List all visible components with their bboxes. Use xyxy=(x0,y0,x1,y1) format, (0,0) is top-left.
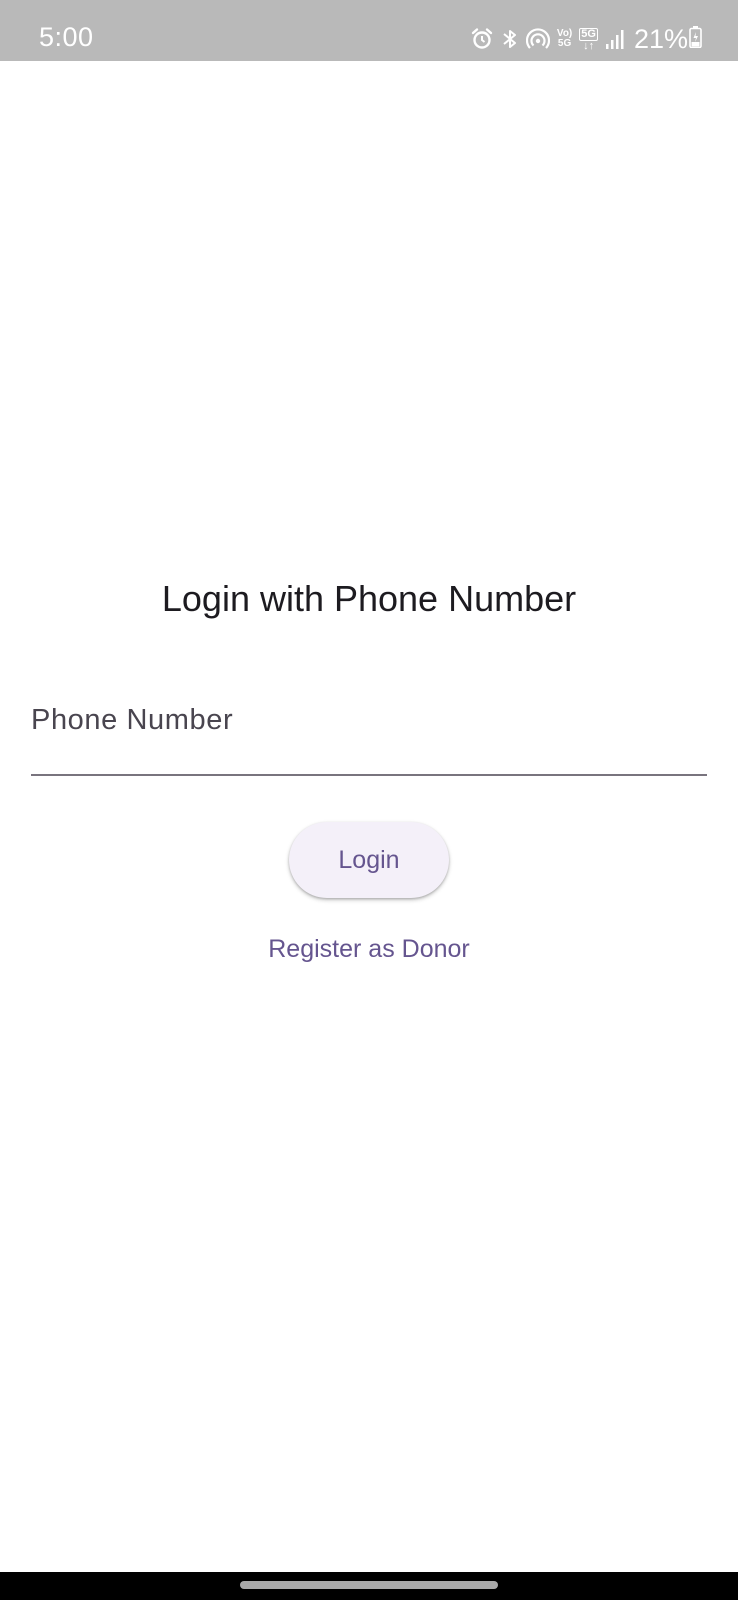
register-as-donor-link[interactable]: Register as Donor xyxy=(0,935,738,964)
bluetooth-icon xyxy=(501,25,519,53)
alarm-icon xyxy=(470,25,494,53)
signal-icon xyxy=(605,25,625,53)
data-arrows-icon: ↓↑ xyxy=(583,39,595,52)
volte-bottom-label: 5G xyxy=(557,38,572,49)
page-title: Login with Phone Number xyxy=(161,578,577,619)
login-button[interactable]: Login xyxy=(289,822,449,898)
network-type-label: 5G xyxy=(579,27,598,41)
status-bar: 5:00 Vo) 5G 5G ↓↑ 21% xyxy=(0,0,738,61)
home-indicator[interactable] xyxy=(240,1581,498,1589)
phone-field-underline xyxy=(31,774,707,776)
login-screen: 5:00 Vo) 5G 5G ↓↑ 21% Login with Phone N… xyxy=(0,0,738,1600)
register-link-label: Register as Donor xyxy=(268,935,470,963)
network-5g-icon: 5G ↓↑ xyxy=(579,25,598,53)
battery-icon xyxy=(689,26,702,53)
phone-number-placeholder: Phone Number xyxy=(31,704,234,736)
phone-number-field[interactable]: Phone Number xyxy=(31,690,707,776)
volte-icon: Vo) 5G xyxy=(557,25,572,53)
status-icons: Vo) 5G 5G ↓↑ 21% xyxy=(470,22,688,56)
hotspot-icon xyxy=(525,25,550,53)
login-button-label: Login xyxy=(338,845,400,874)
status-time: 5:00 xyxy=(39,22,94,52)
battery-percent: 21% xyxy=(633,23,688,54)
